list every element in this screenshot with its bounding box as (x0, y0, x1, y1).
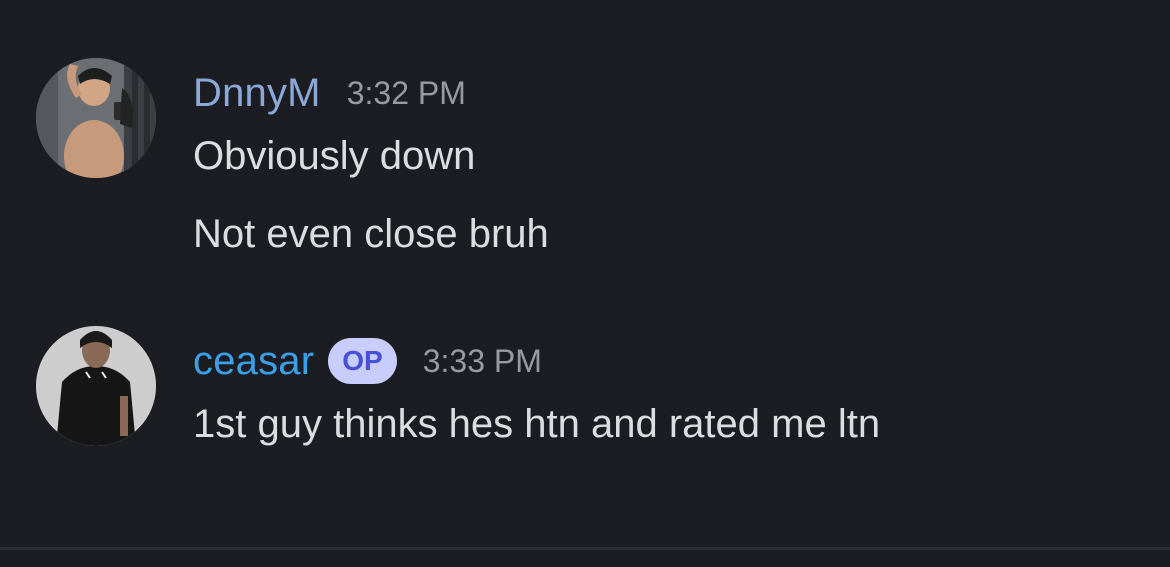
timestamp: 3:32 PM (346, 74, 466, 111)
message-header: ceasar OP 3:33 PM (193, 336, 542, 386)
avatar-photo-icon (36, 58, 156, 178)
message-text: 1st guy thinks hes htn and rated me ltn (193, 402, 881, 446)
author-name[interactable]: DnnyM (193, 71, 321, 116)
divider (0, 547, 1170, 550)
avatar-photo-icon (36, 326, 156, 446)
author-name[interactable]: ceasar (193, 339, 314, 384)
message-text: Not even close bruh (193, 212, 549, 256)
op-badge: OP (328, 338, 397, 384)
timestamp: 3:33 PM (422, 342, 542, 379)
message-header: DnnyM 3:32 PM (193, 68, 466, 118)
message-text: Obviously down (193, 134, 476, 178)
avatar[interactable] (36, 326, 156, 446)
avatar[interactable] (36, 58, 156, 178)
